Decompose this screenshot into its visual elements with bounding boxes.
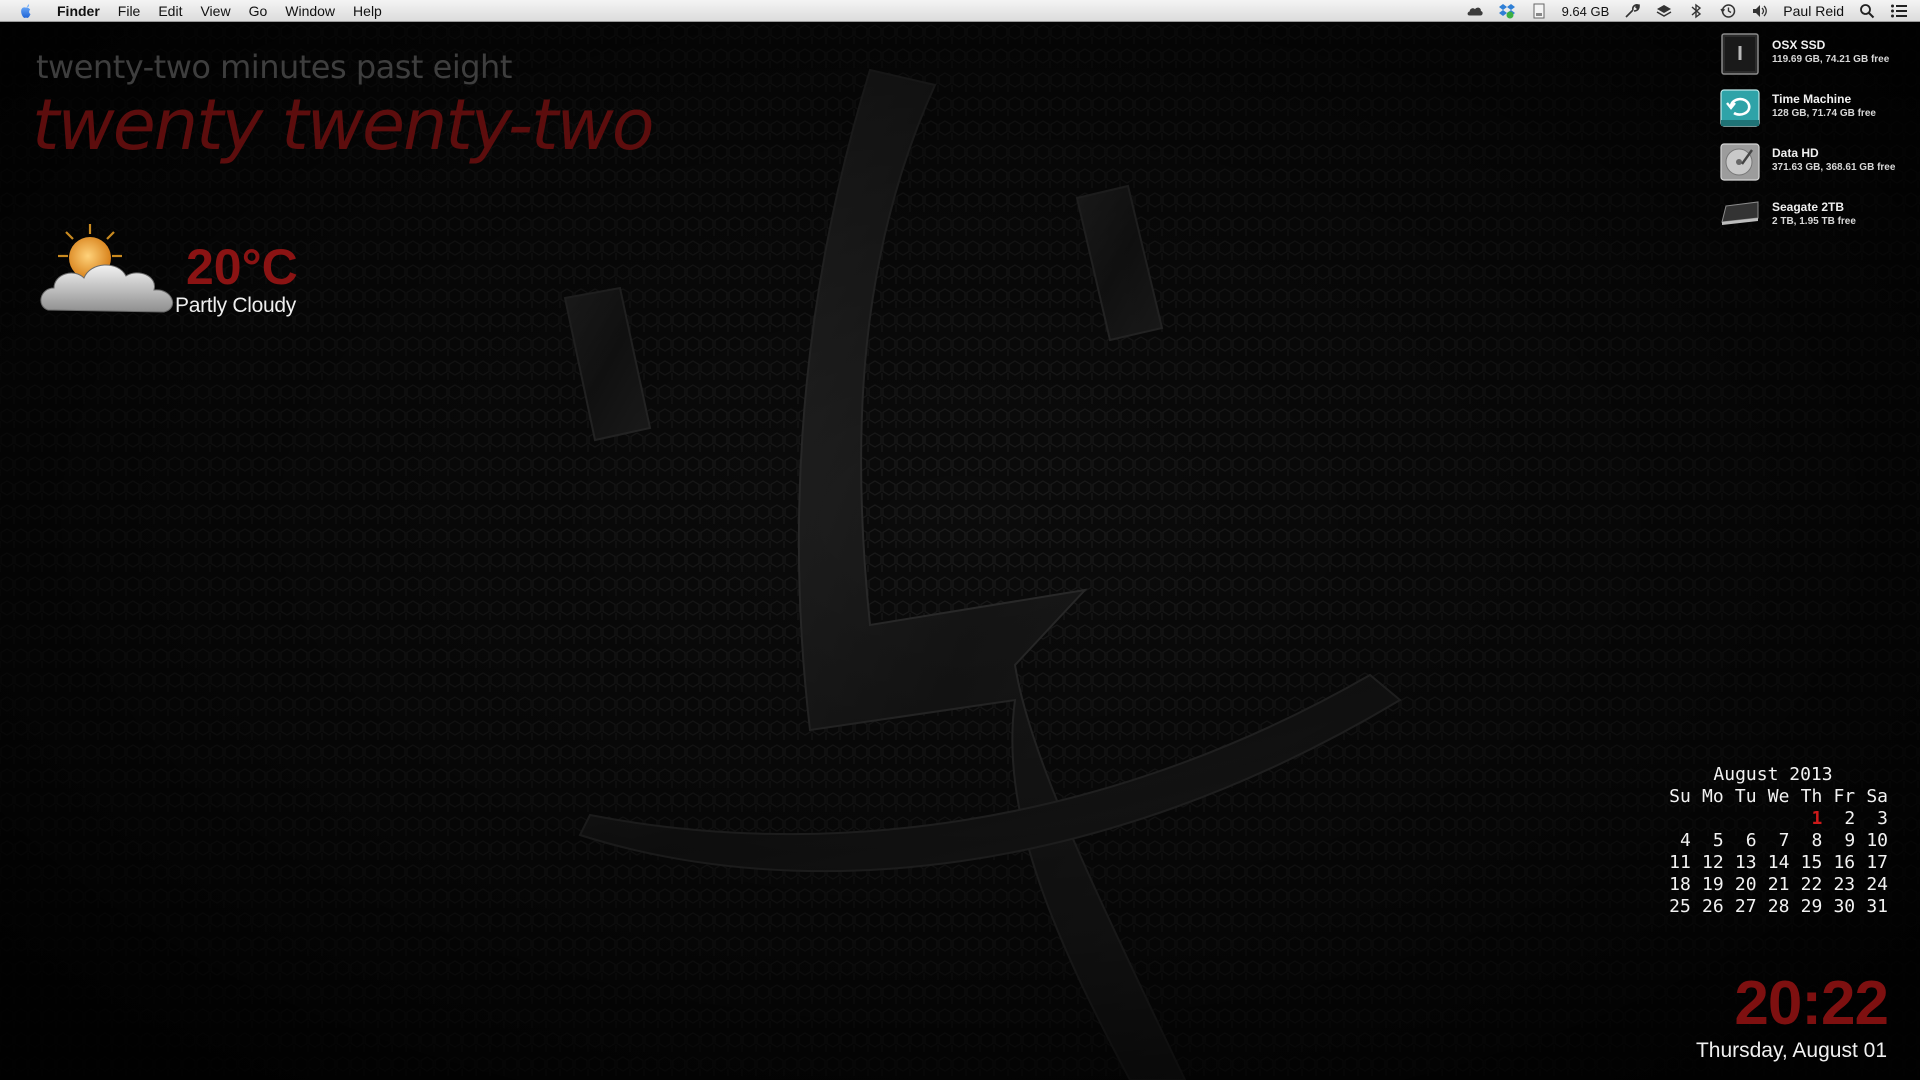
external-drive-icon — [1721, 201, 1759, 225]
menu-help[interactable]: Help — [344, 0, 391, 22]
calendar-week-row: 18 19 20 21 22 23 24 — [1658, 874, 1888, 896]
weather-condition: Partly Cloudy — [175, 294, 296, 317]
menu-edit[interactable]: Edit — [149, 0, 191, 22]
calendar-day: 2 — [1844, 808, 1856, 829]
calendar-day: 23 — [1833, 874, 1856, 895]
time-in-words: twenty-two minutes past eight — [36, 48, 512, 86]
drive-info: 2 TB, 1.95 TB free — [1772, 216, 1856, 227]
calendar-day: 28 — [1767, 896, 1790, 917]
layers-icon[interactable] — [1655, 3, 1673, 19]
calendar-week-row: 4 5 6 7 8 9 10 — [1658, 830, 1888, 852]
calendar-day: 20 — [1734, 874, 1757, 895]
drive-name: OSX SSD — [1772, 38, 1826, 52]
calendar-weekday: Sa — [1866, 786, 1889, 807]
drive-time-machine[interactable]: Time Machine 128 GB, 71.74 GB free — [1716, 84, 1920, 138]
calendar-day: 14 — [1767, 852, 1790, 873]
calendar-day: 17 — [1866, 852, 1889, 873]
calendar-week-row: 11 12 13 14 15 16 17 — [1658, 852, 1888, 874]
calendar-day: 22 — [1800, 874, 1823, 895]
cloud-icon[interactable] — [1466, 3, 1484, 19]
time-machine-icon[interactable] — [1719, 3, 1737, 19]
calendar-day: 25 — [1669, 896, 1691, 917]
calendar-day: 10 — [1866, 830, 1889, 851]
time-machine-drive-icon — [1720, 89, 1760, 127]
calendar-day: 3 — [1877, 808, 1889, 829]
bluetooth-icon[interactable] — [1687, 3, 1705, 19]
calendar-day: 8 — [1811, 830, 1823, 851]
menu-file[interactable]: File — [109, 0, 150, 22]
calendar-day: 5 — [1712, 830, 1724, 851]
volume-icon[interactable] — [1751, 3, 1769, 19]
calendar-day: 24 — [1866, 874, 1889, 895]
calendar-day: 29 — [1800, 896, 1823, 917]
calendar-day: 26 — [1702, 896, 1724, 917]
calendar-week-row: 25 26 27 28 29 30 31 — [1658, 896, 1888, 918]
apple-menu-icon[interactable] — [18, 2, 38, 20]
calendar-weekday-row: Su Mo Tu We Th Fr Sa — [1658, 786, 1888, 808]
calendar-day — [1724, 808, 1757, 830]
menu-view[interactable]: View — [191, 0, 239, 22]
calendar-widget: August 2013 Su Mo Tu We Th Fr Sa 1 2 3 4 5 6 7 8 9 10 11 1… — [1658, 764, 1888, 918]
calendar-day-today: 1 — [1811, 808, 1823, 829]
calendar-day: 18 — [1669, 874, 1691, 895]
digital-clock-date: Thursday, August 01 — [1695, 1039, 1887, 1062]
calendar-day — [1757, 808, 1790, 830]
menu-go[interactable]: Go — [240, 0, 277, 22]
drive-osx-ssd[interactable]: OSX SSD 119.69 GB, 74.21 GB free — [1716, 30, 1920, 84]
calendar-day — [1658, 808, 1691, 830]
drive-info: 119.69 GB, 74.21 GB free — [1772, 54, 1890, 65]
calendar-day — [1691, 808, 1724, 830]
calendar-weekday: Th — [1800, 786, 1823, 807]
calendar-weekday: Tu — [1734, 786, 1757, 807]
calendar-day: 30 — [1833, 896, 1856, 917]
calendar-day: 31 — [1866, 896, 1889, 917]
drive-name: Data HD — [1772, 146, 1819, 160]
year-in-words: twenty twenty-two — [32, 84, 655, 166]
weather-widget: 20°C Partly Cloudy — [38, 218, 338, 338]
disk-status-icon[interactable] — [1530, 3, 1548, 19]
drive-seagate-2tb[interactable]: Seagate 2TB 2 TB, 1.95 TB free — [1716, 192, 1920, 246]
calendar-day: 16 — [1833, 852, 1856, 873]
drive-name: Seagate 2TB — [1772, 200, 1845, 214]
calendar-week-row: 123 — [1658, 808, 1888, 830]
calendar-day: 27 — [1734, 896, 1757, 917]
app-menu-finder[interactable]: Finder — [48, 0, 109, 22]
menu-window[interactable]: Window — [276, 0, 344, 22]
hard-drive-icon — [1720, 143, 1760, 181]
partly-cloudy-icon — [40, 224, 174, 313]
drive-info: 128 GB, 71.74 GB free — [1772, 108, 1876, 119]
calendar-weekday: Su — [1669, 786, 1691, 807]
drive-data-hd[interactable]: Data HD 371.63 GB, 368.61 GB free — [1716, 138, 1920, 192]
calendar-weekday: Fr — [1833, 786, 1856, 807]
calendar-weekday: Mo — [1702, 786, 1724, 807]
calendar-day: 19 — [1702, 874, 1724, 895]
calendar-day: 7 — [1778, 830, 1790, 851]
calendar-month-title: August 2013 — [1713, 764, 1833, 785]
calendar-day: 11 — [1669, 852, 1691, 873]
calendar-day: 9 — [1844, 830, 1856, 851]
drive-name: Time Machine — [1772, 92, 1852, 106]
notification-center-icon[interactable] — [1890, 3, 1908, 19]
calendar-weekday: We — [1767, 786, 1790, 807]
tools-icon[interactable] — [1623, 3, 1641, 19]
calendar-day: 6 — [1745, 830, 1757, 851]
drive-info: 371.63 GB, 368.61 GB free — [1772, 162, 1896, 173]
digital-clock-time: 20:22 — [1734, 969, 1889, 1038]
ssd-drive-icon — [1721, 33, 1759, 75]
calendar-day: 21 — [1767, 874, 1790, 895]
calendar-day: 12 — [1702, 852, 1724, 873]
calendar-day: 15 — [1800, 852, 1823, 873]
user-account-menu[interactable]: Paul Reid — [1783, 3, 1844, 19]
calendar-grid: Su Mo Tu We Th Fr Sa 1 2 3 4 5 6 7 8 9 10 11 12 13 14 15 16 17 1… — [1658, 786, 1888, 918]
weather-temperature: 20°C — [186, 239, 298, 295]
menu-bar: Finder File Edit View Go Window Help 9.6… — [0, 0, 1920, 22]
spotlight-search-icon[interactable] — [1858, 3, 1876, 19]
dropbox-icon[interactable] — [1498, 3, 1516, 19]
disk-status-label[interactable]: 9.64 GB — [1562, 4, 1610, 19]
desktop-drives: OSX SSD 119.69 GB, 74.21 GB free Time Ma… — [1716, 30, 1920, 246]
calendar-day: 13 — [1734, 852, 1757, 873]
calendar-day: 4 — [1680, 830, 1691, 851]
